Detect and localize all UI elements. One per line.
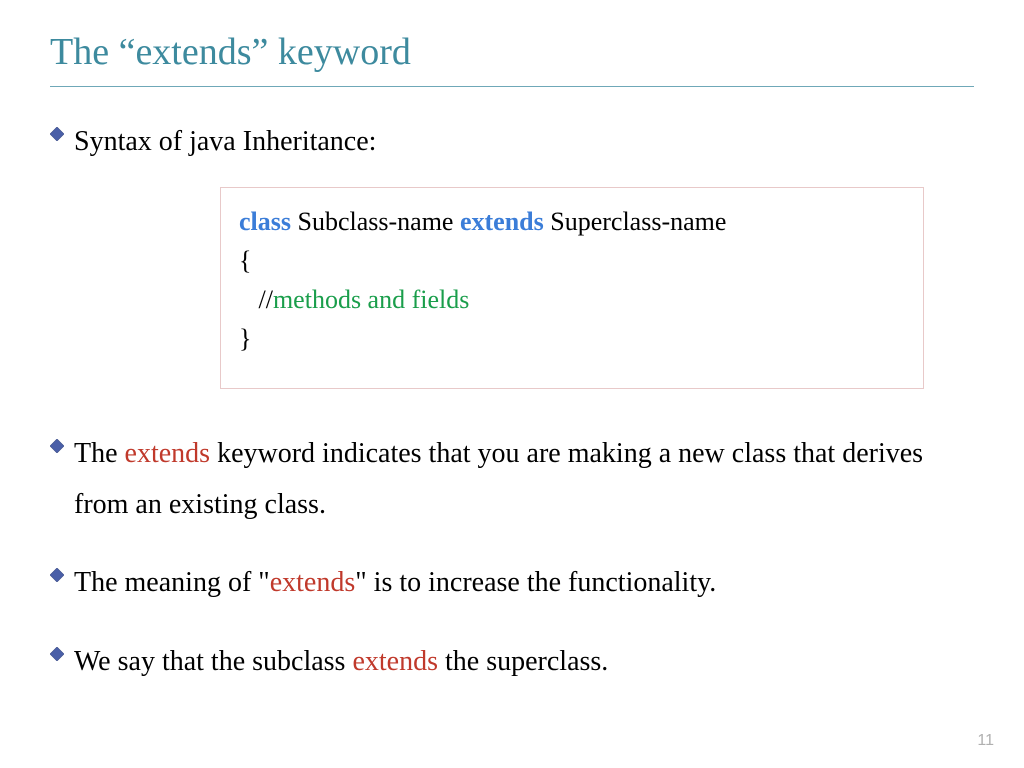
bullet-4: We say that the subclass extends the sup… xyxy=(50,637,974,687)
bullet-4-post: the superclass. xyxy=(438,646,608,677)
keyword-class: class xyxy=(239,207,291,236)
bullet-4-keyword: extends xyxy=(352,646,438,677)
bullet-2: The extends keyword indicates that you a… xyxy=(50,429,974,530)
slide-title: The “extends” keyword xyxy=(50,30,974,74)
code-line-3: //methods and fields xyxy=(239,280,905,319)
page-number: 11 xyxy=(977,732,994,750)
comment-slashes: // xyxy=(239,285,273,314)
diamond-bullet-icon xyxy=(50,568,64,587)
code-superclass: Superclass-name xyxy=(544,207,727,236)
bullet-2-keyword: extends xyxy=(125,438,211,469)
diamond-bullet-icon xyxy=(50,439,64,458)
bullet-4-text: We say that the subclass extends the sup… xyxy=(74,637,608,687)
bullet-4-pre: We say that the subclass xyxy=(74,646,352,677)
code-line-4: } xyxy=(239,319,905,358)
diamond-bullet-icon xyxy=(50,647,64,666)
bullet-1: Syntax of java Inheritance: xyxy=(50,117,974,167)
comment-text: methods and fields xyxy=(273,285,469,314)
bullet-3-pre: The meaning of " xyxy=(74,567,270,598)
bullet-1-text: Syntax of java Inheritance: xyxy=(74,117,376,167)
code-example-box: class Subclass-name extends Superclass-n… xyxy=(220,187,924,389)
bullet-2-text: The extends keyword indicates that you a… xyxy=(74,429,974,530)
diamond-bullet-icon xyxy=(50,127,64,146)
code-line-2: { xyxy=(239,241,905,280)
bullet-3-post: " is to increase the functionality. xyxy=(355,567,716,598)
code-line-1: class Subclass-name extends Superclass-n… xyxy=(239,202,905,241)
bullet-2-pre: The xyxy=(74,438,125,469)
code-subclass: Subclass-name xyxy=(291,207,460,236)
keyword-extends: extends xyxy=(460,207,544,236)
bullet-3-keyword: extends xyxy=(270,567,356,598)
bullet-3-text: The meaning of "extends" is to increase … xyxy=(74,558,716,608)
title-divider xyxy=(50,86,974,87)
bullet-3: The meaning of "extends" is to increase … xyxy=(50,558,974,608)
slide-content: The “extends” keyword Syntax of java Inh… xyxy=(0,0,1024,727)
